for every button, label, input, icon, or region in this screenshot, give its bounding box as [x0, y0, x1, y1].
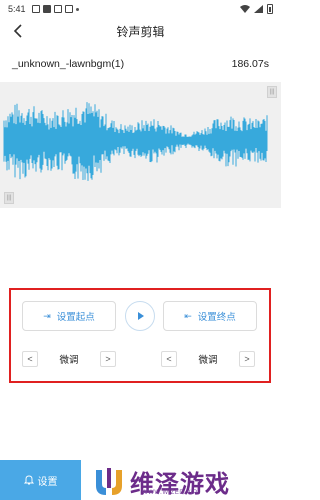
- watermark: 维泽游戏 WWW.WIZED.VIP: [92, 462, 281, 500]
- waveform-graphic: [3, 102, 268, 181]
- header: 铃声剪辑: [0, 18, 281, 44]
- file-info: _unknown_-lawnbgm(1) 186.07s: [12, 58, 269, 70]
- play-icon: [138, 312, 144, 320]
- settings-button[interactable]: 设置: [0, 460, 81, 500]
- fine-tune-start-label: 微调: [59, 355, 79, 366]
- set-start-button[interactable]: ⇥ 设置起点: [22, 301, 116, 331]
- start-marker-icon: ⇥: [43, 310, 51, 321]
- system-icons: [240, 4, 273, 14]
- notification-icons: [31, 5, 79, 13]
- watermark-subtext: WWW.WIZED.VIP: [142, 490, 198, 496]
- set-end-label: 设置终点: [197, 312, 236, 323]
- file-name: _unknown_-lawnbgm(1): [12, 58, 125, 70]
- end-decrease-button[interactable]: <: [161, 351, 177, 367]
- fine-tune-end-label: 微调: [198, 355, 218, 366]
- chevron-left-icon: [13, 24, 22, 38]
- start-decrease-button[interactable]: <: [22, 351, 38, 367]
- set-end-button[interactable]: ⇤ 设置终点: [163, 301, 257, 331]
- end-handle[interactable]: |||: [267, 86, 277, 98]
- fine-tune-end: < 微调 >: [161, 351, 255, 367]
- end-increase-button[interactable]: >: [239, 351, 255, 367]
- status-bar: 5:41: [0, 0, 281, 18]
- more-dot-icon: [75, 7, 79, 11]
- back-button[interactable]: [8, 21, 28, 41]
- status-time: 5:41: [8, 4, 26, 14]
- set-start-label: 设置起点: [56, 312, 95, 323]
- settings-label: 设置: [37, 476, 58, 488]
- battery-icon: [267, 4, 273, 14]
- watermark-logo-icon: [96, 468, 122, 495]
- trim-controls: ⇥ 设置起点 ⇤ 设置终点 < 微调 > < 微调 >: [9, 288, 271, 383]
- start-increase-button[interactable]: >: [100, 351, 116, 367]
- app-icon: [42, 5, 51, 13]
- waveform[interactable]: ||| |||: [0, 82, 281, 208]
- page-title: 铃声剪辑: [116, 24, 165, 39]
- grid-icon: [31, 5, 40, 13]
- fine-tune-start: < 微调 >: [22, 351, 116, 367]
- play-button[interactable]: [125, 301, 155, 331]
- bell-icon: [23, 475, 34, 485]
- app-icon: [64, 5, 73, 13]
- bottom-bar: 设置 维泽游戏 WWW.WIZED.VIP: [0, 460, 281, 500]
- end-marker-icon: ⇤: [184, 310, 192, 321]
- start-handle[interactable]: |||: [4, 192, 14, 204]
- app-icon: [53, 5, 62, 13]
- signal-icon: [254, 5, 263, 13]
- file-duration: 186.07s: [231, 58, 269, 70]
- wifi-icon: [240, 5, 250, 13]
